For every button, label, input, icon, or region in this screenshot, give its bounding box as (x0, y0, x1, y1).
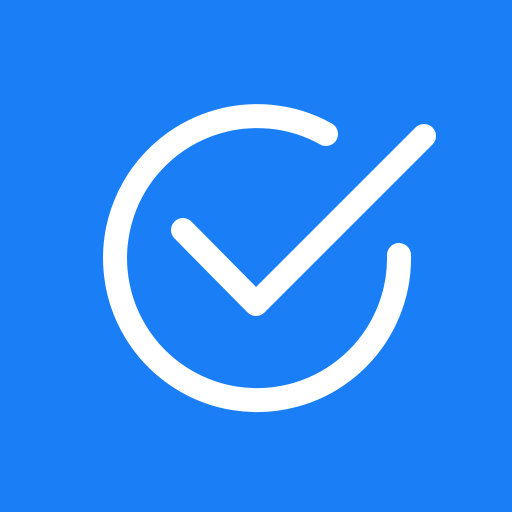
open-circle-arc (103, 104, 412, 413)
check-circle-icon (103, 104, 436, 413)
app-icon (0, 0, 512, 512)
